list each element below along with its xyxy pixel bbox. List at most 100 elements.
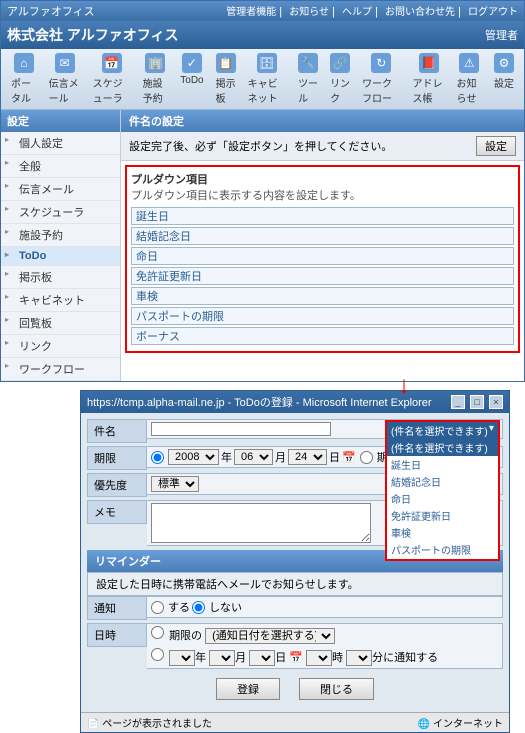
priority-label: 優先度 <box>87 473 147 497</box>
subject-input[interactable] <box>151 422 331 436</box>
pulldown-input-5[interactable] <box>131 307 514 325</box>
sidebar-item-2[interactable]: 伝言メール <box>1 178 120 201</box>
pulldown-desc: プルダウン項目に表示する内容を設定します。 <box>131 187 514 203</box>
main-window: アルファオフィス 管理者機能 | お知らせ | ヘルプ | お問い合わせ先 | … <box>0 0 525 382</box>
subject-dropdown[interactable]: (件名を選択できます)▾ (件名を選択できます)誕生日結婚記念日命日免許証更新日… <box>385 420 500 561</box>
sidebar-item-3[interactable]: スケジューラ <box>1 201 120 224</box>
sidebar-item-5[interactable]: ToDo <box>1 247 120 266</box>
tool-リンク[interactable]: 🔗リンク <box>324 51 356 107</box>
dd-item-5[interactable]: パスポートの期限 <box>387 541 498 558</box>
header-links: 管理者機能 | お知らせ | ヘルプ | お問い合わせ先 | ログアウト <box>222 3 518 19</box>
register-button[interactable]: 登録 <box>216 678 280 700</box>
memo-textarea[interactable] <box>151 503 371 543</box>
dd-item-0[interactable]: 誕生日 <box>387 456 498 473</box>
deadline-month-select[interactable]: 06 <box>234 449 273 465</box>
sidebar-item-7[interactable]: キャビネット <box>1 289 120 312</box>
dd-item-3[interactable]: 免許証更新日 <box>387 507 498 524</box>
tool-icon: ⚙ <box>494 53 514 73</box>
minimize-icon[interactable]: _ <box>451 395 465 409</box>
tool-施設予約[interactable]: 🏢施設予約 <box>137 51 175 107</box>
notify-off-label: しない <box>209 599 242 615</box>
link-help[interactable]: ヘルプ <box>342 7 372 18</box>
pulldown-input-6[interactable] <box>131 327 514 345</box>
tool-キャビネット[interactable]: 🗄キャビネット <box>242 51 292 107</box>
dt-deadline-radio[interactable] <box>151 626 164 639</box>
admin-label: 管理者 <box>485 27 518 43</box>
company-bar: 株式会社 アルファオフィス 管理者 <box>1 21 524 49</box>
deadline-year-select[interactable]: 2008 <box>168 449 219 465</box>
button-bar: 登録 閉じる <box>87 672 503 706</box>
dt-hour-select[interactable] <box>306 650 332 666</box>
tool-label: スケジューラ <box>93 75 131 105</box>
notify-label: 通知 <box>87 596 147 620</box>
dd-item-6[interactable]: ボーナス <box>387 558 498 559</box>
tool-ツール[interactable]: 🔧ツール <box>292 51 324 107</box>
instruction-bar: 設定完了後、必ず「設定ボタン」を押してください。 設定 <box>121 132 524 161</box>
popup-body: 件名 (件名を選択できます)▾ (件名を選択できます)誕生日結婚記念日命日免許証… <box>81 413 509 712</box>
set-button[interactable]: 設定 <box>476 136 516 156</box>
pulldown-input-0[interactable] <box>131 207 514 225</box>
content: 件名の設定 設定完了後、必ず「設定ボタン」を押してください。 設定 プルダウン項… <box>121 110 524 381</box>
close-icon[interactable]: × <box>489 395 503 409</box>
link-contact[interactable]: お問い合わせ先 <box>385 7 455 18</box>
pulldown-input-2[interactable] <box>131 247 514 265</box>
calendar-icon[interactable]: 📅 <box>342 451 356 464</box>
dd-item-4[interactable]: 車検 <box>387 524 498 541</box>
notify-on-radio[interactable] <box>151 601 164 614</box>
row-datetime: 日時 期限の (通知日付を選択する) 年 月 日 📅 時 分に通知する <box>87 623 503 669</box>
maximize-icon[interactable]: □ <box>470 395 484 409</box>
tool-掲示板[interactable]: 📋掲示板 <box>210 51 242 107</box>
deadline-date-radio[interactable] <box>151 451 164 464</box>
dt-offset-select[interactable]: (通知日付を選択する) <box>205 628 335 644</box>
tool-設定[interactable]: ⚙設定 <box>488 51 520 107</box>
tool-ToDo[interactable]: ✓ToDo <box>174 51 209 107</box>
dd-item-header[interactable]: (件名を選択できます) <box>387 439 498 456</box>
sidebar-item-6[interactable]: 掲示板 <box>1 266 120 289</box>
status-left: 📄 ページが表示されました <box>87 715 212 730</box>
close-button[interactable]: 閉じる <box>299 678 374 700</box>
sidebar-item-0[interactable]: 個人設定 <box>1 132 120 155</box>
window-buttons: _ □ × <box>449 395 503 409</box>
chevron-down-icon: ▾ <box>489 423 494 438</box>
dt-min-select[interactable] <box>346 650 372 666</box>
tool-お知らせ[interactable]: ⚠お知らせ <box>451 51 489 107</box>
calendar-icon[interactable]: 📅 <box>289 652 303 664</box>
dropdown-header[interactable]: (件名を選択できます)▾ <box>387 422 498 439</box>
reminder-desc: 設定した日時に携帯電話へメールでお知らせします。 <box>87 572 503 596</box>
sidebar-item-10[interactable]: ワークフロー <box>1 358 120 381</box>
priority-select[interactable]: 標準 <box>151 476 199 492</box>
datetime-field: 期限の (通知日付を選択する) 年 月 日 📅 時 分に通知する <box>147 623 503 669</box>
tool-伝言メール[interactable]: ✉伝言メール <box>43 51 87 107</box>
dd-item-2[interactable]: 命日 <box>387 490 498 507</box>
deadline-none-radio[interactable] <box>360 451 373 464</box>
sidebar-item-8[interactable]: 回覧板 <box>1 312 120 335</box>
tool-icon: 📋 <box>216 53 236 73</box>
sidebar-item-1[interactable]: 全般 <box>1 155 120 178</box>
dd-item-1[interactable]: 結婚記念日 <box>387 473 498 490</box>
tool-アドレス帳[interactable]: 📕アドレス帳 <box>407 51 451 107</box>
notify-on-label: する <box>168 599 190 615</box>
dt-day-select[interactable] <box>249 650 275 666</box>
company-name: 株式会社 アルファオフィス <box>7 25 178 45</box>
tool-ワークフロー[interactable]: ↻ワークフロー <box>356 51 406 107</box>
pulldown-input-1[interactable] <box>131 227 514 245</box>
tool-icon: 🏢 <box>145 53 165 73</box>
dt-month-select[interactable] <box>209 650 235 666</box>
dt-custom-radio[interactable] <box>151 648 164 661</box>
pulldown-input-4[interactable] <box>131 287 514 305</box>
tool-スケジューラ[interactable]: 📅スケジューラ <box>87 51 137 107</box>
link-admin[interactable]: 管理者機能 <box>226 7 276 18</box>
link-logout[interactable]: ログアウト <box>468 7 518 18</box>
dt-year-select[interactable] <box>169 650 195 666</box>
deadline-day-select[interactable]: 24 <box>288 449 327 465</box>
dropdown-list[interactable]: (件名を選択できます)誕生日結婚記念日命日免許証更新日車検パスポートの期限ボーナ… <box>387 439 498 559</box>
tool-ポータル[interactable]: ⌂ポータル <box>5 51 43 107</box>
sidebar-item-4[interactable]: 施設予約 <box>1 224 120 247</box>
tool-label: ツール <box>298 75 318 105</box>
link-news[interactable]: お知らせ <box>289 7 329 18</box>
pulldown-section: プルダウン項目 プルダウン項目に表示する内容を設定します。 <box>125 165 520 353</box>
pulldown-input-3[interactable] <box>131 267 514 285</box>
notify-off-radio[interactable] <box>192 601 205 614</box>
popup-window: https://tcmp.alpha-mail.ne.jp - ToDoの登録 … <box>80 390 510 733</box>
sidebar-item-9[interactable]: リンク <box>1 335 120 358</box>
